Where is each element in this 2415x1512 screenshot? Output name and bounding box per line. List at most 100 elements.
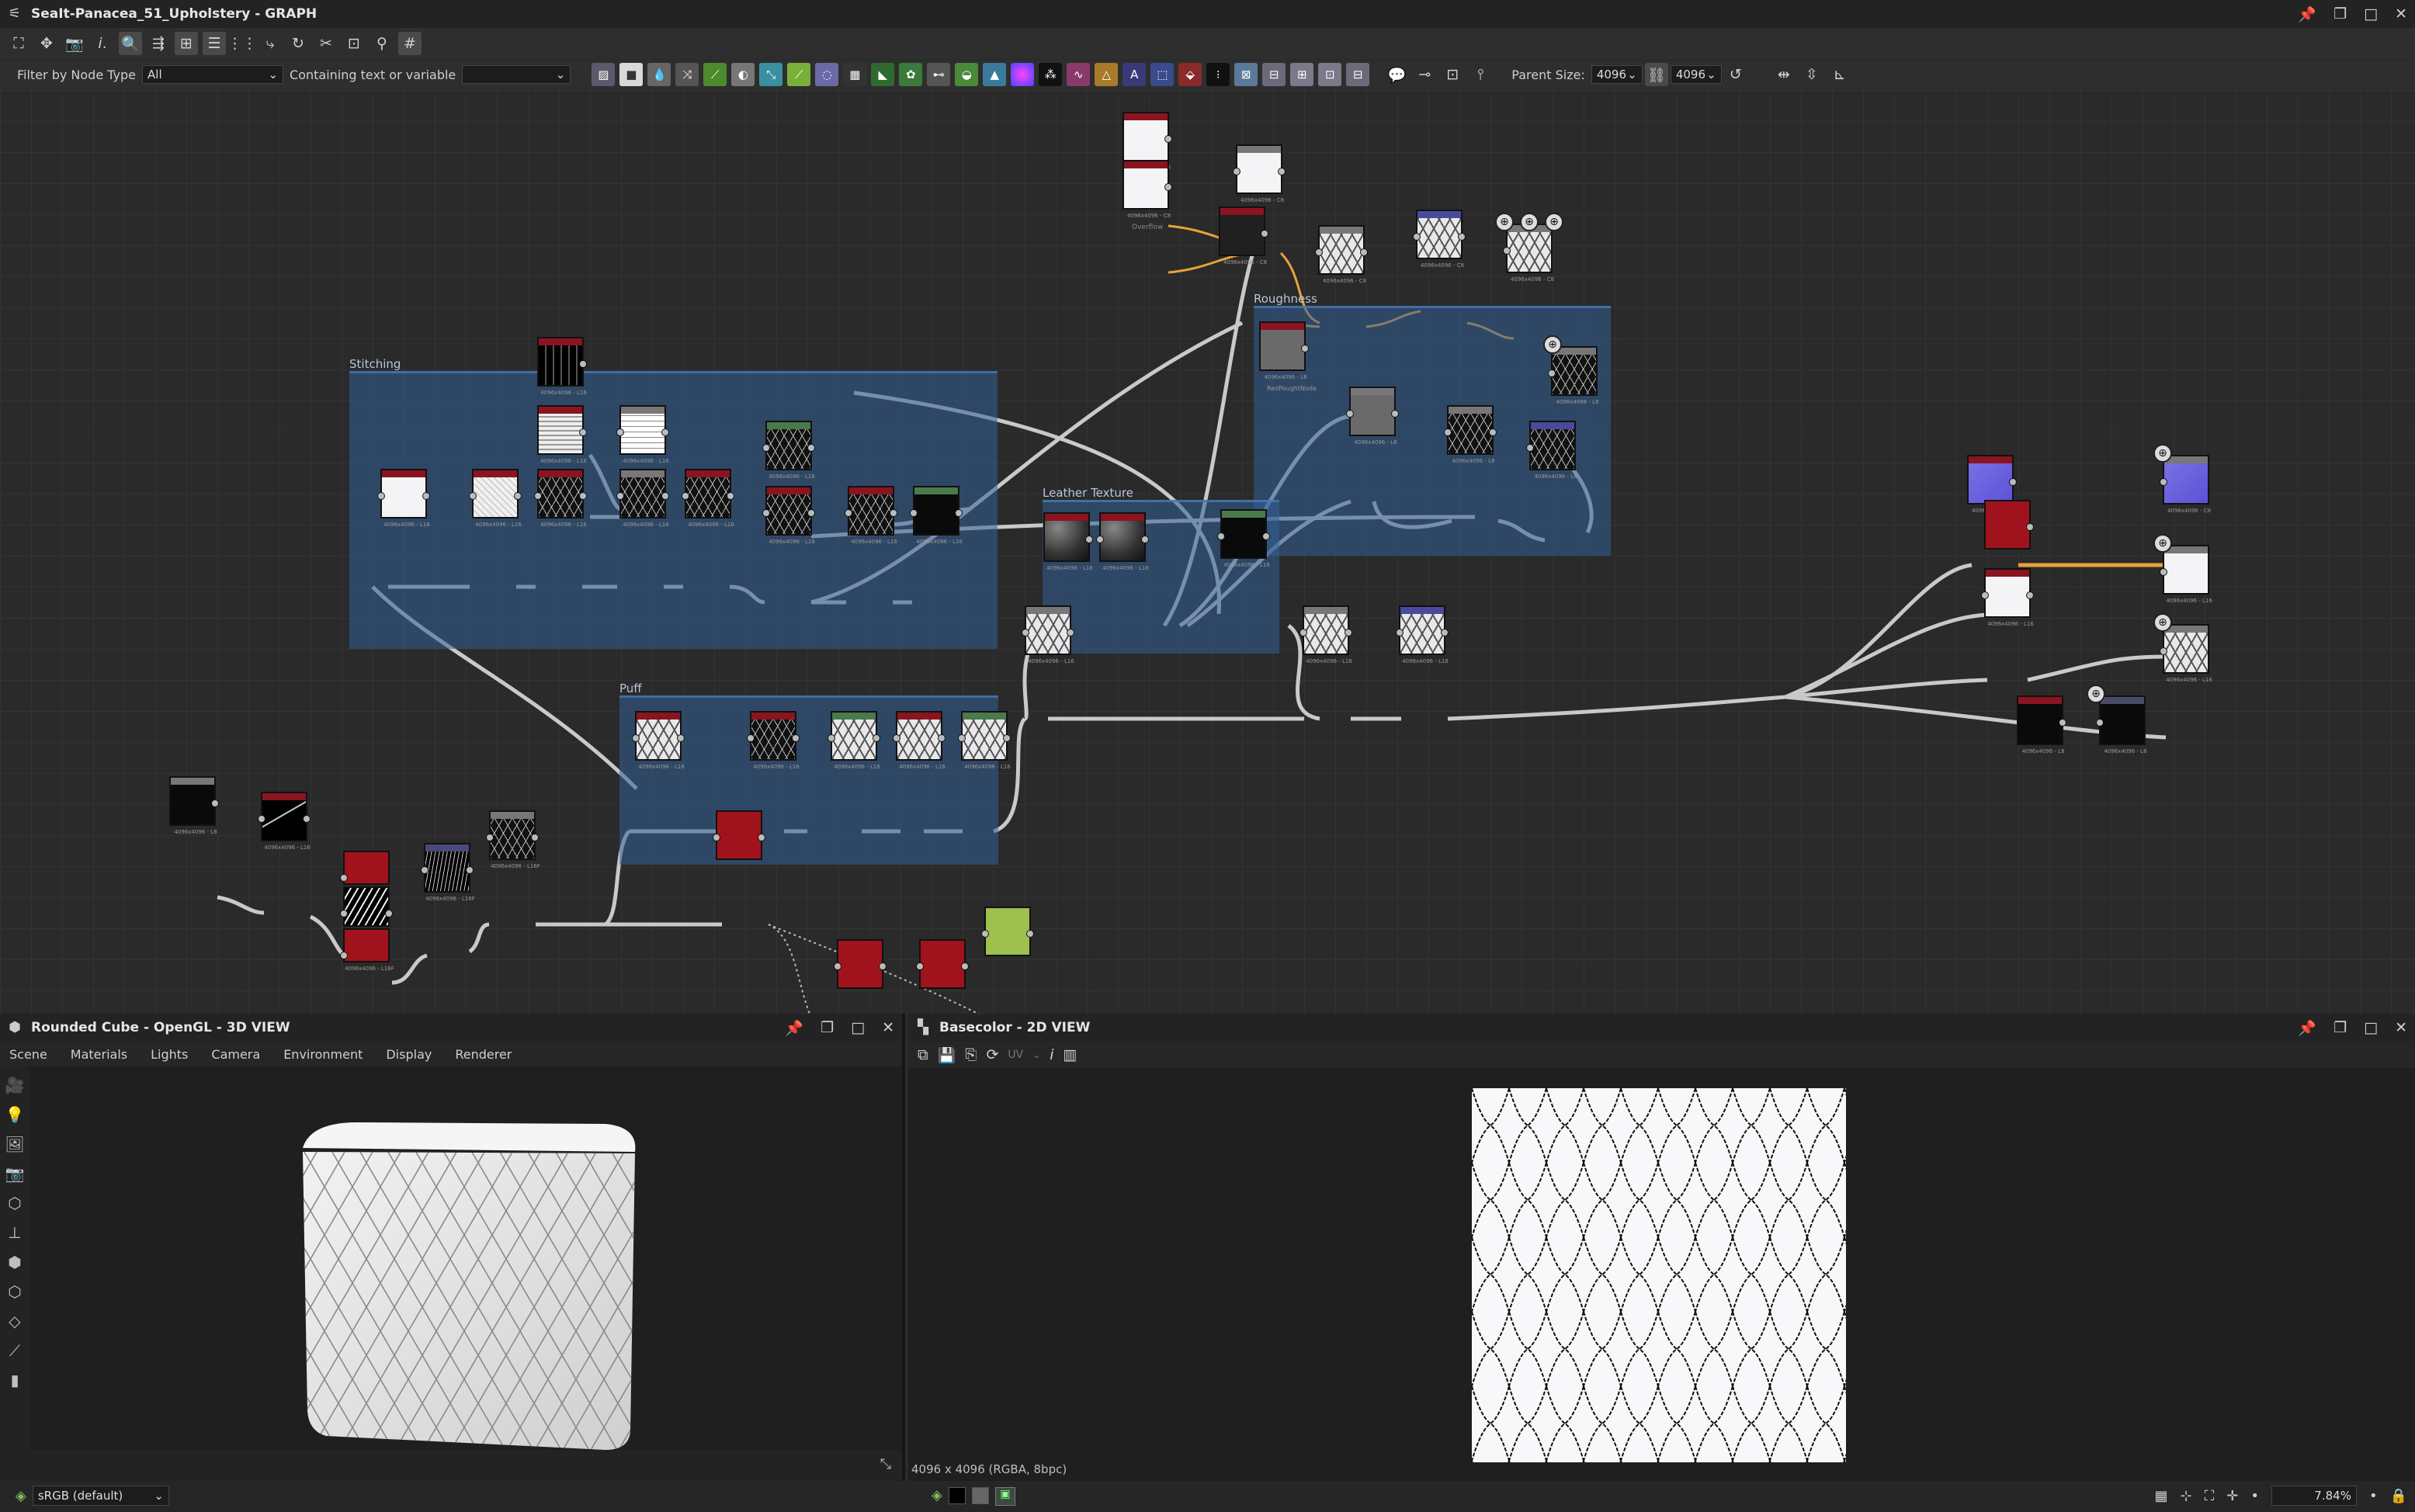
horizontal-align-icon[interactable]: ⇹ xyxy=(1772,63,1796,86)
uniform-color-icon[interactable]: ■ xyxy=(619,63,644,86)
levels-icon[interactable]: ◐ xyxy=(731,63,755,86)
reset-size-icon[interactable]: ↺ xyxy=(1724,63,1747,86)
graph-node[interactable]: 4096x4096 - L16 xyxy=(1043,512,1093,571)
graph-node[interactable]: 4096x4096 - L8 xyxy=(1346,387,1399,446)
binary-icon[interactable]: ⁂ xyxy=(1039,63,1063,86)
fill-icon[interactable]: ⬙ xyxy=(1178,63,1202,86)
graph-node[interactable]: 4096x4096 - L16 xyxy=(632,711,685,770)
maximize-icon[interactable]: □ xyxy=(851,1019,865,1036)
menu-materials[interactable]: Materials xyxy=(71,1047,127,1062)
black-bg-button[interactable] xyxy=(948,1487,966,1504)
graph-node[interactable]: 4096x4096 - C8 xyxy=(1315,225,1368,284)
info-icon[interactable]: i. xyxy=(91,32,114,55)
maximize-icon[interactable]: □ xyxy=(2364,1019,2378,1036)
stats-icon[interactable]: ▮ xyxy=(10,1371,19,1389)
normal-icon[interactable]: ◒ xyxy=(955,63,979,86)
graph-node[interactable]: 4096x4096 - L16 xyxy=(682,469,734,528)
axis-icon[interactable]: ⊥ xyxy=(8,1223,21,1242)
list-icon[interactable]: ☰ xyxy=(203,32,226,55)
graph-node[interactable] xyxy=(340,886,393,927)
graph-node[interactable] xyxy=(340,851,390,885)
plane-icon[interactable]: ◇ xyxy=(9,1312,20,1330)
wireframe-icon[interactable]: ⬡ xyxy=(8,1194,21,1212)
graph-node[interactable]: 4096x4096 - C8 xyxy=(1967,455,2017,514)
graph-node[interactable]: 4096x4096 - L16 xyxy=(534,469,587,528)
light-bulb-icon[interactable]: 💡 xyxy=(5,1105,25,1124)
restore-icon[interactable]: ❐ xyxy=(2333,5,2347,23)
graph-node[interactable]: 4096x4096 - L16 xyxy=(958,711,1011,770)
graph-node[interactable] xyxy=(1984,500,2034,550)
curve-icon[interactable]: ⟋ xyxy=(703,63,727,86)
frame-stitching[interactable] xyxy=(349,371,998,649)
graph-node[interactable]: 4096x4096 - L16 xyxy=(762,421,815,480)
frame-all-icon[interactable]: ⛶ xyxy=(7,32,30,55)
graph-node[interactable]: 4096x4096 - L16 xyxy=(469,469,522,528)
warp-icon[interactable]: ◌ xyxy=(815,63,839,86)
video-camera-icon[interactable]: 🎥 xyxy=(5,1076,25,1094)
graph-node[interactable]: 4096x4096 - L8 xyxy=(1526,421,1577,480)
node-type-select[interactable]: All ⌄ xyxy=(142,65,284,84)
graph-node[interactable]: 4096x4096 - L16F xyxy=(340,928,394,972)
menu-environment[interactable]: Environment xyxy=(283,1047,363,1062)
graph-node[interactable]: 4096x4096 - L16F xyxy=(486,810,540,869)
graph-node[interactable]: 4096x4096 - L16 xyxy=(258,792,311,851)
triangle-icon[interactable]: △ xyxy=(1095,63,1119,86)
graph-node[interactable]: 4096x4096 - L16 xyxy=(893,711,946,770)
graph-node[interactable] xyxy=(916,939,969,989)
graph-node[interactable]: 4096x4096 - C8 xyxy=(1219,206,1268,265)
graph-node[interactable]: 4096x4096 - L16 xyxy=(845,486,897,545)
parent-size-width-select[interactable]: 4096 ⌄ xyxy=(1591,65,1643,84)
gradient-map-icon[interactable]: ⟋ xyxy=(787,63,811,86)
graph-node[interactable]: 4096x4096 - C8 xyxy=(1122,160,1172,219)
grey-bg-button[interactable] xyxy=(971,1487,989,1504)
graph-node[interactable]: 4096x4096 - L16 xyxy=(377,469,430,528)
axis-toggle-icon[interactable]: ⊹ xyxy=(2181,1488,2192,1504)
graph-node[interactable]: 4096x4096 - L16 xyxy=(1299,605,1352,664)
pin-icon[interactable]: 📌 xyxy=(2298,1019,2316,1037)
vertical-align-icon[interactable]: ⇳ xyxy=(1800,63,1823,86)
histogram-icon[interactable]: ▲ xyxy=(983,63,1007,86)
graph-node[interactable]: 4096x4096 - L16 xyxy=(828,711,880,770)
refresh-view-icon[interactable]: ⟳ xyxy=(986,1046,998,1063)
split-icon[interactable]: ⊷ xyxy=(927,63,951,86)
graph-node[interactable] xyxy=(981,907,1034,956)
align-icon[interactable]: ⇶ xyxy=(147,32,170,55)
graph-node[interactable]: 4096x4096 - C8 xyxy=(1233,144,1286,203)
graph-node[interactable]: 4096x4096 - L8 xyxy=(1259,321,1309,380)
graph-node[interactable]: 4096x4096 - L8 xyxy=(1444,405,1497,464)
graph-node[interactable]: 4096x4096 - L16 xyxy=(2160,545,2212,604)
graph-node[interactable]: 4096x4096 - L16 xyxy=(537,337,587,396)
connect-icon[interactable]: ⤷ xyxy=(259,32,282,55)
graph-instance-icon[interactable]: ⊟ xyxy=(1346,63,1370,86)
contains-text-select[interactable]: ⌄ xyxy=(462,65,571,84)
graph-node[interactable]: 4096x4096 - L16 xyxy=(616,405,669,464)
histogram-icon[interactable]: ▥ xyxy=(1064,1046,1077,1063)
menu-scene[interactable]: Scene xyxy=(9,1047,47,1062)
info-icon[interactable]: i xyxy=(1050,1046,1053,1063)
tangent-icon[interactable]: ⟋ xyxy=(9,1341,20,1360)
zoom-field[interactable]: 7.84% xyxy=(2271,1486,2357,1506)
copy-icon[interactable]: ⧉ xyxy=(918,1046,928,1063)
refresh-icon[interactable]: ↻ xyxy=(286,32,310,55)
shape-icon[interactable]: ◣ xyxy=(871,63,895,86)
layers-icon[interactable]: ◈ xyxy=(932,1487,942,1506)
transform-icon[interactable]: ⤡ xyxy=(759,63,783,86)
bitmap-node-icon[interactable]: ▨ xyxy=(592,63,616,86)
search-icon[interactable]: 🔍 xyxy=(119,32,142,55)
graph-node[interactable]: 4096x4096 - L16 xyxy=(1022,605,1074,664)
colorspace-select[interactable]: sRGB (default) ⌄ xyxy=(32,1486,169,1506)
output-icon[interactable]: ⊞ xyxy=(1290,63,1314,86)
graph-node[interactable]: 4096x4096 - L16 xyxy=(1396,605,1449,664)
grid-icon[interactable]: ▦ xyxy=(2155,1488,2168,1504)
expand-icon[interactable]: ⤡ xyxy=(880,1456,891,1472)
menu-lights[interactable]: Lights xyxy=(151,1047,188,1062)
screenshot-icon[interactable]: 📷 xyxy=(5,1164,25,1183)
pan-icon[interactable]: ✥ xyxy=(35,32,58,55)
graph-node[interactable]: 4096x4096 - L16 xyxy=(616,469,669,528)
graph-node[interactable]: 4096x4096 - L16 xyxy=(1981,568,2034,627)
tools-icon[interactable]: ✂ xyxy=(314,32,338,55)
pattern-icon[interactable]: ✿ xyxy=(899,63,923,86)
graph-canvas[interactable]: Stitching Roughness Leather Texture Puff… xyxy=(0,90,2415,1014)
value-icon[interactable]: ⁝ xyxy=(1206,63,1230,86)
graph-node[interactable] xyxy=(713,810,765,860)
